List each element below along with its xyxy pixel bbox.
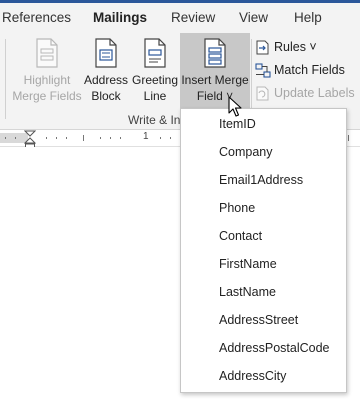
merge-field-item[interactable]: Company: [219, 145, 273, 165]
mouse-pointer-icon: [228, 96, 242, 117]
rules-label: Rules ˅: [274, 40, 317, 54]
merge-field-dropdown: ItemID Company Email1Address Phone Conta…: [180, 108, 347, 393]
ruler-mark: [348, 135, 349, 141]
ruler-mark: [110, 137, 111, 139]
ruler-mark: [100, 137, 101, 139]
merge-field-item[interactable]: Contact: [219, 229, 262, 249]
greeting-line-icon: [144, 38, 166, 68]
update-labels-label: Update Labels: [274, 86, 355, 100]
insert-merge-field-label-line1: Insert Merge: [181, 73, 249, 87]
ruler-number: 1: [143, 131, 149, 142]
tab-review[interactable]: Review: [171, 10, 215, 25]
match-fields-icon: [255, 63, 271, 78]
highlight-merge-fields-button[interactable]: Highlight Merge Fields: [10, 33, 84, 111]
ruler-mark: [83, 135, 84, 141]
merge-field-item[interactable]: Email1Address: [219, 173, 303, 193]
merge-field-item[interactable]: AddressStreet: [219, 313, 298, 333]
highlight-merge-fields-label-line1: Highlight: [23, 73, 71, 87]
group-separator: [5, 39, 6, 119]
merge-field-item[interactable]: AddressPostalCode: [219, 341, 329, 361]
group-separator: [251, 39, 252, 119]
ruler-mark: [15, 137, 16, 139]
merge-field-item[interactable]: FirstName: [219, 257, 277, 277]
ruler-mark: [66, 137, 67, 139]
ruler-mark: [120, 137, 121, 139]
tab-help[interactable]: Help: [294, 10, 322, 25]
update-labels-icon: [256, 86, 269, 101]
greeting-line-label-line1: Greeting: [131, 73, 179, 87]
address-block-icon: [95, 38, 117, 68]
ruler-mark: [5, 137, 6, 139]
tab-view[interactable]: View: [239, 10, 268, 25]
greeting-line-label-line2: Line: [143, 89, 167, 103]
merge-field-item[interactable]: LastName: [219, 285, 276, 305]
highlight-merge-fields-label-line2: Merge Fields: [12, 89, 82, 103]
merge-field-item[interactable]: AddressCity: [219, 369, 286, 389]
group-label-write-insert-fields: Write & In: [128, 113, 181, 127]
ruler-mark: [56, 137, 57, 139]
merge-field-item[interactable]: Phone: [219, 201, 255, 221]
address-block-button[interactable]: Address Block: [84, 33, 128, 111]
address-block-label-line1: Address: [84, 73, 129, 87]
ruler-mark: [160, 137, 161, 139]
ruler-mark: [170, 137, 171, 139]
match-fields-label: Match Fields: [274, 63, 345, 77]
merge-field-item[interactable]: ItemID: [219, 117, 256, 137]
ribbon-tabs: References Mailings Review View Help: [0, 3, 360, 35]
ruler-mark: [46, 137, 47, 139]
tab-mailings[interactable]: Mailings: [93, 10, 147, 25]
insert-merge-field-icon: [204, 38, 226, 68]
greeting-line-button[interactable]: Greeting Line: [130, 33, 180, 111]
tab-references[interactable]: References: [2, 10, 71, 25]
address-block-label-line2: Block: [91, 89, 121, 103]
rules-icon: [256, 40, 269, 55]
highlight-merge-fields-icon: [36, 38, 58, 68]
